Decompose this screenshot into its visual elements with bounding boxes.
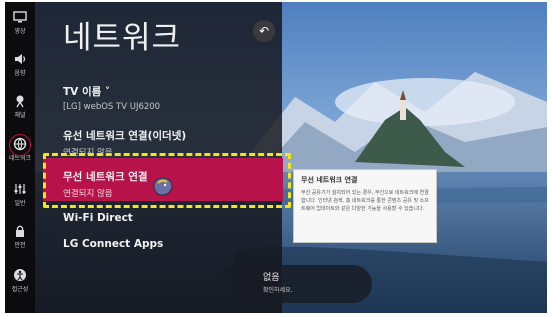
info-title: 무선 네트워크 연결 <box>301 176 358 184</box>
menu-item-value: [LG] webOS TV UJ6200 <box>63 102 161 112</box>
rail-item-sound[interactable]: 음향 <box>5 52 35 77</box>
rail-item-safety[interactable]: 안전 <box>5 224 35 249</box>
menu-item-label: TV 이름 ˅ <box>63 86 111 98</box>
rail-item-general[interactable]: 일반 <box>5 182 35 207</box>
toast-line-2: 확인하세요. <box>263 287 293 294</box>
rail-label: 접근성 <box>11 286 29 293</box>
back-button[interactable]: ↶ <box>253 20 275 42</box>
info-tooltip: 무선 네트워크 연결 무선 공유기가 설치되어 있는 경우, 무선으로 네트워크… <box>293 169 437 243</box>
lock-icon <box>16 225 24 237</box>
page-title: 네트워크 <box>63 20 182 56</box>
menu-item-wifi-direct[interactable]: Wi-Fi Direct <box>63 212 273 224</box>
rail-label: 영상 <box>14 28 26 35</box>
menu-item-lg-connect-apps[interactable]: LG Connect Apps <box>63 238 273 250</box>
menu-item-label: LG Connect Apps <box>63 238 164 250</box>
pointer-cursor-icon <box>153 177 173 196</box>
info-body: 무선 공유기가 설치되어 있는 경우, 무선으로 네트워크에 연결합니다. 인터… <box>301 190 429 212</box>
menu-item-label: Wi-Fi Direct <box>63 212 133 224</box>
active-indicator <box>9 134 31 156</box>
menu-item-tv-name[interactable]: TV 이름 ˅ [LG] webOS TV UJ6200 <box>63 84 273 112</box>
rail-item-accessibility[interactable]: 접근성 <box>5 268 35 293</box>
picture-icon <box>13 11 27 23</box>
settings-rail: 영상 음향 채널 네트워크 일반 안전 접근성 <box>5 2 35 313</box>
antenna-icon <box>16 95 24 108</box>
accessibility-icon <box>14 269 26 281</box>
rail-label: 음향 <box>14 70 26 77</box>
rail-label: 일반 <box>14 200 26 207</box>
notification-toast: 없음 확인하세요. <box>220 265 372 303</box>
toast-line-1: 없음 <box>263 273 280 283</box>
rail-label: 안전 <box>14 242 26 249</box>
tv-screen: 영상 음향 채널 네트워크 일반 안전 접근성 네트워크 ↶ TV 이름 ˅ [… <box>5 2 547 313</box>
menu-item-label: 유선 네트워크 연결(이더넷) <box>63 130 187 142</box>
rail-item-network[interactable]: 네트워크 <box>5 134 35 162</box>
back-icon: ↶ <box>258 24 270 38</box>
rail-label: 채널 <box>14 112 26 119</box>
speaker-icon <box>15 54 26 64</box>
rail-item-picture[interactable]: 영상 <box>5 10 35 35</box>
settings-sliders-icon <box>14 184 26 194</box>
rail-item-channel[interactable]: 채널 <box>5 94 35 119</box>
